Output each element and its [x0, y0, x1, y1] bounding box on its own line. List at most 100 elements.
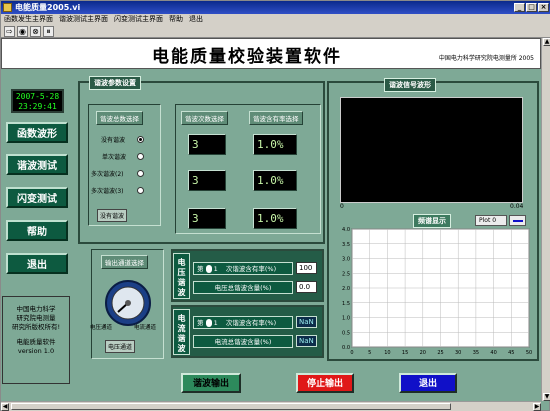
voltage-order-spinner[interactable]: [205, 265, 212, 273]
scroll-left-icon[interactable]: ◀: [1, 403, 9, 411]
radio-no-harmonic[interactable]: [137, 136, 144, 143]
voltage-total-value: 0.0: [296, 281, 317, 293]
menu-item-exit[interactable]: 退出: [189, 14, 203, 25]
app-window: 电能质量2005.vi _ □ × 函数发生主界面 谐波测试主界面 闪变测试主界…: [0, 0, 550, 411]
current-harmonic-panel: [171, 305, 324, 358]
spectrum-y-tick: 0.5: [342, 330, 350, 336]
current-rate-input[interactable]: NaN: [296, 316, 317, 328]
order-input-3[interactable]: 3: [188, 208, 226, 229]
menu-item-function[interactable]: 函数发生主界面: [4, 14, 53, 25]
harmonic-count-title: 谐波总数选择: [96, 111, 143, 125]
menu-item-flicker[interactable]: 闪变测试主界面: [114, 14, 163, 25]
nav-harmonic-test-button[interactable]: 谐波测试: [6, 154, 68, 175]
rate-input-2[interactable]: 1.0%: [253, 170, 297, 191]
harmonic-count-indicator: 没有谐波: [97, 209, 128, 222]
option-multi-harmonic-2[interactable]: 多次谐波(2): [91, 169, 124, 178]
current-rate-label: 次谐波含有率(%): [225, 319, 277, 327]
channel-indicator: 电压通道: [105, 340, 136, 353]
spectrum-y-tick: 3.5: [342, 242, 350, 248]
current-prefix: 第: [197, 319, 204, 327]
spectrum-x-tick: 40: [490, 350, 496, 356]
menu-item-help[interactable]: 帮助: [169, 14, 183, 25]
channel-knob[interactable]: [104, 279, 152, 327]
voltage-order-value[interactable]: 1: [214, 265, 218, 273]
spectrum-x-tick: 20: [420, 350, 426, 356]
waveform-graph: [340, 97, 523, 203]
current-order-value[interactable]: 1: [214, 319, 218, 327]
scroll-down-icon[interactable]: ▼: [543, 393, 550, 401]
scroll-right-icon[interactable]: ▶: [533, 403, 541, 411]
option-label: 多次谐波(2): [91, 171, 124, 178]
clock-display: 2007-5-28 23:29:41: [11, 89, 64, 113]
spectrum-y-tick: 1.5: [342, 301, 350, 307]
option-label: 多次谐波(3): [91, 188, 124, 195]
spectrum-y-tick: 2.0: [342, 286, 350, 292]
option-label: 没有谐波: [101, 137, 126, 144]
minimize-button[interactable]: _: [514, 3, 525, 12]
copyright-line: 研究所版权所有!: [11, 323, 61, 331]
pause-icon[interactable]: ⏸: [43, 25, 54, 37]
spectrum-x-tick: 25: [437, 350, 443, 356]
window-title: 电能质量2005.vi: [15, 3, 81, 12]
current-total-label: 电流总谐波含量(%): [193, 335, 293, 348]
nav-exit-button[interactable]: 退出: [6, 253, 68, 274]
spectrum-x-tick: 0: [350, 350, 353, 356]
horizontal-scrollbar[interactable]: ◀ ▶: [1, 401, 541, 411]
nav-help-button[interactable]: 帮助: [6, 220, 68, 241]
option-no-harmonic[interactable]: 没有谐波: [101, 135, 125, 144]
spectrum-y-tick: 0.0: [342, 345, 350, 351]
stop-output-button[interactable]: 停止输出: [296, 373, 354, 393]
scroll-thumb[interactable]: [11, 403, 451, 410]
org-label: 中国电力科学研究院电测量所 2005: [438, 55, 534, 62]
menu-item-harmonic[interactable]: 谐波测试主界面: [59, 14, 108, 25]
spectrum-y-tick: 3.0: [342, 257, 350, 263]
harmonic-settings-title: 谐波参数设置: [89, 76, 141, 90]
nav-flicker-test-button[interactable]: 闪变测试: [6, 187, 68, 208]
spectrum-y-tick: 4.0: [342, 227, 350, 233]
title-bar: 电能质量2005.vi _ □ ×: [1, 1, 550, 14]
voltage-total-label: 电压总谐波含量(%): [193, 281, 293, 294]
order-input-2[interactable]: 3: [188, 170, 226, 191]
app-icon: [3, 3, 12, 12]
abort-icon[interactable]: ⊗: [30, 25, 41, 37]
voltage-channel-label: 电压通道: [90, 325, 113, 331]
rate-select-title: 谐波含有率选择: [249, 111, 303, 125]
voltage-prefix: 第: [197, 265, 204, 273]
radio-multi-harmonic-3[interactable]: [137, 187, 144, 194]
exit-button[interactable]: 退出: [399, 373, 457, 393]
waveform-title: 谐波信号波形: [384, 78, 436, 92]
radio-single-harmonic[interactable]: [137, 153, 144, 160]
current-channel-label: 电流通道: [134, 325, 157, 331]
current-rate-row: 第 1 次谐波含有率(%): [193, 316, 293, 329]
radio-multi-harmonic-2[interactable]: [137, 170, 144, 177]
spectrum-x-tick: 50: [526, 350, 532, 356]
copyright-box: 中国电力科学 研究院电测量 研究所版权所有! 电能质量软件 version 1.…: [2, 296, 70, 384]
voltage-rate-input[interactable]: 100: [296, 262, 317, 274]
nav-function-wave-button[interactable]: 函数波形: [6, 122, 68, 143]
spectrum-chart: 0.0 0.5 1.0 1.5 2.0 2.5 3.0 3.5 4.0 0 5 10 15 20 25 30 3…: [342, 227, 532, 356]
rate-input-1[interactable]: 1.0%: [253, 134, 297, 155]
current-total-value: NaN: [296, 335, 317, 347]
harmonic-output-button[interactable]: 谐波输出: [181, 373, 241, 393]
spectrum-y-tick: 2.5: [342, 271, 350, 277]
run-arrow-icon[interactable]: ⇨: [4, 25, 15, 37]
vertical-scrollbar[interactable]: ▲ ▼: [541, 38, 550, 401]
clock-time: 23:29:41: [18, 102, 57, 111]
spectrum-x-tick: 35: [473, 350, 479, 356]
maximize-button[interactable]: □: [526, 3, 537, 12]
rate-input-3[interactable]: 1.0%: [253, 208, 297, 229]
run-continuous-icon[interactable]: ◉: [17, 25, 28, 37]
spectrum-y-tick: 1.0: [342, 316, 350, 322]
voltage-harmonic-label: 电压谐波: [173, 253, 190, 299]
wave-x-min: 0: [340, 203, 344, 210]
option-single-harmonic[interactable]: 单次谐波: [102, 152, 126, 161]
scroll-up-icon[interactable]: ▲: [543, 38, 550, 46]
order-input-1[interactable]: 3: [188, 134, 226, 155]
close-button[interactable]: ×: [538, 3, 549, 12]
option-multi-harmonic-3[interactable]: 多次谐波(3): [91, 186, 124, 195]
spectrum-x-tick: 30: [455, 350, 461, 356]
wave-x-max: 0.04: [510, 203, 524, 210]
header-banner: 电能质量校验装置软件 中国电力科学研究院电测量所 2005: [1, 38, 541, 69]
current-order-spinner[interactable]: [205, 319, 212, 327]
spectrum-x-tick: 5: [368, 350, 371, 356]
